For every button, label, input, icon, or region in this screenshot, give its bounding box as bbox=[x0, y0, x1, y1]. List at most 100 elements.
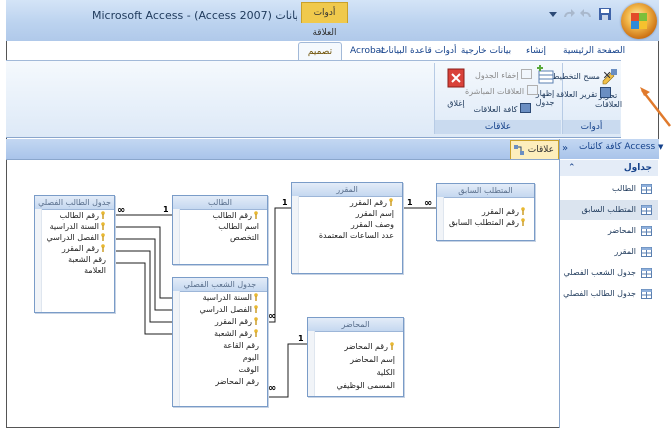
field-row[interactable]: إسم المحاضر bbox=[308, 353, 403, 366]
save-icon[interactable] bbox=[597, 6, 613, 22]
field-row[interactable]: إسم المقرر bbox=[292, 208, 402, 219]
field-name: رقم القاعة bbox=[223, 341, 259, 350]
table-box-title: جدول الشعب الفصلي bbox=[173, 278, 267, 292]
field-row[interactable]: رقم المحاضر bbox=[173, 376, 267, 388]
field-row[interactable]: رقم المقرر bbox=[292, 197, 402, 208]
nav-item-section-semester[interactable]: جدول الشعب الفصلي bbox=[560, 263, 658, 283]
field-name: المسمى الوظيفي bbox=[336, 381, 395, 390]
field-row[interactable]: العلامة bbox=[35, 265, 114, 276]
tab-relationships-document[interactable]: علاقات bbox=[510, 140, 559, 159]
table-box-title: جدول الطالب الفصلي bbox=[35, 196, 114, 210]
all-relationships-button[interactable]: كافة العلاقات bbox=[465, 103, 531, 114]
tab-acrobat[interactable]: Acrobat bbox=[350, 42, 385, 60]
nav-title-label: كافة كائنات Access bbox=[579, 142, 656, 152]
key-icon bbox=[101, 233, 105, 241]
field-row[interactable]: رقم المتطلب السابق bbox=[437, 217, 534, 228]
tab-design[interactable]: تصميم bbox=[298, 42, 342, 61]
key-icon bbox=[101, 211, 105, 219]
field-list: رقم الطالب اسم الطالب التخصص bbox=[173, 210, 267, 243]
key-icon bbox=[254, 317, 258, 325]
nav-item-label: المحاضر bbox=[607, 226, 636, 235]
key-icon bbox=[390, 342, 394, 350]
table-icon bbox=[641, 226, 652, 236]
field-row[interactable]: الفصل الدراسي bbox=[173, 304, 267, 316]
table-box-title: المقرر bbox=[292, 183, 402, 197]
nav-item-lecturer[interactable]: المحاضر bbox=[560, 221, 658, 241]
field-row[interactable]: رقم الشعبة bbox=[35, 254, 114, 265]
key-icon bbox=[254, 293, 258, 301]
field-row[interactable]: رقم القاعة bbox=[173, 340, 267, 352]
field-row[interactable]: رقم الطالب bbox=[35, 210, 114, 221]
field-row[interactable]: المسمى الوظيفي bbox=[308, 379, 403, 392]
table-box-prerequisite[interactable]: المتطلب السابق رقم المقرر رقم المتطلب ال… bbox=[436, 183, 535, 241]
field-name: اليوم bbox=[242, 353, 259, 362]
table-box-title: الطالب bbox=[173, 196, 267, 210]
office-logo-icon bbox=[631, 13, 647, 29]
nav-item-student-semester[interactable]: جدول الطالب الفصلي bbox=[560, 284, 658, 304]
field-list: رقم المحاضر إسم المحاضر الكلية المسمى ال… bbox=[308, 340, 403, 392]
field-row[interactable]: عدد الساعات المعتمدة bbox=[292, 230, 402, 241]
key-icon bbox=[101, 222, 105, 230]
table-box-title: المحاضر bbox=[308, 318, 403, 332]
cardinality-many-label: ∞ bbox=[424, 198, 433, 209]
direct-relationships-button: العلاقات المباشرة bbox=[465, 85, 538, 96]
field-row[interactable]: السنة الدراسية bbox=[173, 292, 267, 304]
field-row[interactable]: رقم المقرر bbox=[35, 243, 114, 254]
table-icon bbox=[641, 268, 652, 278]
field-row[interactable]: الوقت bbox=[173, 364, 267, 376]
field-row[interactable]: اسم الطالب bbox=[173, 221, 267, 232]
tab-database-tools[interactable]: أدوات قاعدة البيانات bbox=[380, 42, 457, 60]
ribbon-tabs: الصفحة الرئيسية إنشاء بيانات خارجية أدوا… bbox=[6, 41, 625, 61]
field-row[interactable]: اليوم bbox=[173, 352, 267, 364]
field-name: العلامة bbox=[84, 266, 106, 275]
close-button[interactable]: إغلاق bbox=[443, 99, 469, 108]
nav-pane-title[interactable]: كافة كائنات Access ▼ bbox=[579, 142, 663, 156]
dropdown-arrow-icon[interactable] bbox=[545, 6, 561, 22]
field-name: رقم المقرر bbox=[61, 244, 99, 253]
field-list: السنة الدراسية الفصل الدراسي رقم المقرر … bbox=[173, 292, 267, 388]
nav-item-student[interactable]: الطالب bbox=[560, 179, 658, 199]
annotation-arrow bbox=[640, 87, 671, 127]
tab-external-data[interactable]: بيانات خارجية bbox=[458, 42, 514, 60]
field-row[interactable]: وصف المقرر bbox=[292, 219, 402, 230]
field-name: وصف المقرر bbox=[350, 220, 394, 229]
quick-access-toolbar bbox=[545, 4, 615, 24]
key-icon bbox=[521, 207, 525, 215]
office-button[interactable] bbox=[621, 3, 657, 39]
field-row[interactable]: التخصص bbox=[173, 232, 267, 243]
field-row[interactable]: رقم المحاضر bbox=[308, 340, 403, 353]
undo-icon[interactable] bbox=[578, 6, 594, 22]
field-row[interactable]: الكلية bbox=[308, 366, 403, 379]
close-x-icon: ✕ bbox=[602, 69, 612, 82]
redo-icon[interactable] bbox=[561, 6, 577, 22]
table-box-lecturer[interactable]: المحاضر رقم المحاضر إسم المحاضر الكلية ا… bbox=[307, 317, 404, 397]
relationship-report-button[interactable]: تقرير العلاقة bbox=[556, 87, 611, 99]
relationship-report-label: تقرير العلاقة bbox=[556, 90, 598, 99]
close-relationships-icon bbox=[447, 68, 465, 88]
ribbon-group-relationships: إظهار جدول إخفاء الجدول العلاقات المباشر… bbox=[434, 63, 561, 134]
tab-create[interactable]: إنشاء bbox=[521, 42, 551, 60]
tab-home[interactable]: الصفحة الرئيسية bbox=[563, 42, 625, 60]
field-row[interactable]: رقم الشعبة bbox=[173, 328, 267, 340]
nav-group-label: جداول bbox=[623, 163, 652, 173]
context-tab-title: أدوات العلاقة bbox=[301, 2, 348, 38]
nav-item-course[interactable]: المقرر bbox=[560, 242, 658, 262]
key-icon bbox=[254, 329, 258, 337]
nav-group-tables[interactable]: ⌃ جداول bbox=[560, 160, 658, 176]
nav-item-prerequisite[interactable]: المتطلب السابق bbox=[560, 200, 658, 220]
field-row[interactable]: رقم المقرر bbox=[437, 206, 534, 217]
table-box-course[interactable]: المقرر رقم المقرر إسم المقرر وصف المقرر … bbox=[291, 182, 403, 274]
field-row[interactable]: رقم المقرر bbox=[173, 316, 267, 328]
cardinality-many-label: ∞ bbox=[268, 311, 277, 322]
collapse-pane-icon[interactable]: » bbox=[562, 142, 576, 156]
field-name: رقم الشعبة bbox=[214, 329, 252, 338]
table-box-section-semester[interactable]: جدول الشعب الفصلي السنة الدراسية الفصل ا… bbox=[172, 277, 268, 407]
table-box-student-semester[interactable]: جدول الطالب الفصلي رقم الطالب السنة الدر… bbox=[34, 195, 115, 313]
cardinality-one-label: 1 bbox=[163, 205, 169, 214]
key-icon bbox=[101, 244, 105, 252]
field-row[interactable]: رقم الطالب bbox=[173, 210, 267, 221]
field-row[interactable]: الفصل الدراسي bbox=[35, 232, 114, 243]
field-row[interactable]: السنة الدراسية bbox=[35, 221, 114, 232]
table-box-student[interactable]: الطالب رقم الطالب اسم الطالب التخصص bbox=[172, 195, 268, 265]
field-name: عدد الساعات المعتمدة bbox=[318, 231, 394, 240]
